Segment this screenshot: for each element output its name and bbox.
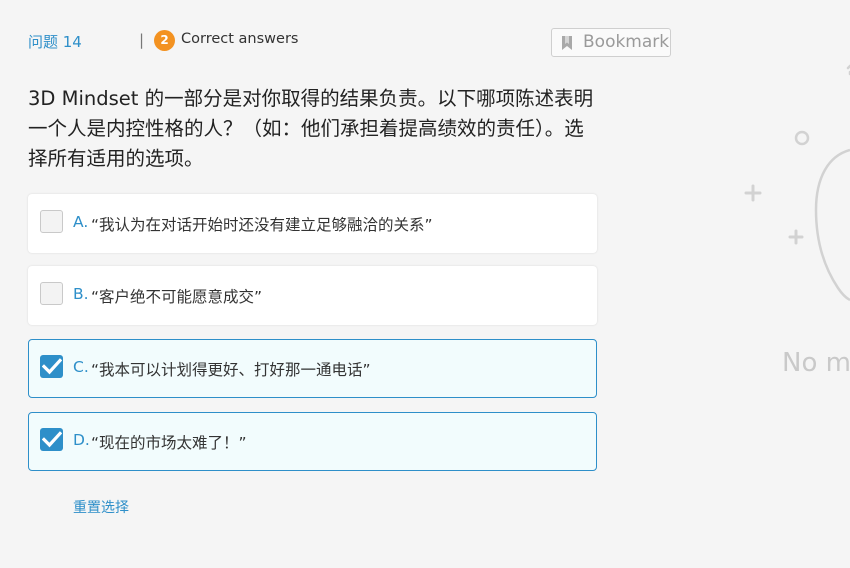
question-header: 问题 14 | 2 Correct answers Bookmark [28, 28, 673, 57]
option-d-letter: D. [73, 431, 90, 449]
option-d-checkbox[interactable] [40, 428, 63, 451]
header-divider: | [139, 31, 145, 49]
option-b-text: “客户绝不可能愿意成交” [91, 288, 263, 306]
option-c[interactable]: C. “我本可以计划得更好、打好那一通电话” [28, 339, 597, 398]
option-b-letter: B. [73, 285, 89, 303]
option-c-letter: C. [73, 358, 89, 376]
empty-state-text: No mo [782, 348, 850, 378]
option-a-text: “我认为在对话开始时还没有建立足够融洽的关系” [91, 216, 433, 234]
bookmark-label: Bookmark [583, 32, 670, 52]
option-b-checkbox[interactable] [40, 282, 63, 305]
option-c-checkbox[interactable] [40, 355, 63, 378]
option-a-letter: A. [73, 213, 89, 231]
question-text: 3D Mindset 的一部分是对你取得的结果负责。以下哪项陈述表明一个人是内控… [28, 87, 594, 170]
checkmark-icon [42, 431, 62, 448]
option-d[interactable]: D. “现在的市场太难了！” [28, 412, 597, 471]
reset-selection-link[interactable]: 重置选择 [73, 497, 129, 517]
bookmark-button[interactable]: Bookmark [551, 28, 671, 57]
option-c-text: “我本可以计划得更好、打好那一通电话” [91, 361, 371, 379]
correct-count-badge: 2 [154, 30, 175, 51]
option-b[interactable]: B. “客户绝不可能愿意成交” [28, 266, 597, 325]
option-d-text: “现在的市场太难了！” [91, 434, 247, 452]
option-a-checkbox[interactable] [40, 210, 63, 233]
option-a[interactable]: A. “我认为在对话开始时还没有建立足够融洽的关系” [28, 194, 597, 253]
bookmark-icon [562, 36, 572, 50]
checkmark-icon [42, 358, 62, 375]
correct-answers-label: Correct answers [181, 31, 299, 47]
question-number: 问题 14 [28, 33, 82, 51]
